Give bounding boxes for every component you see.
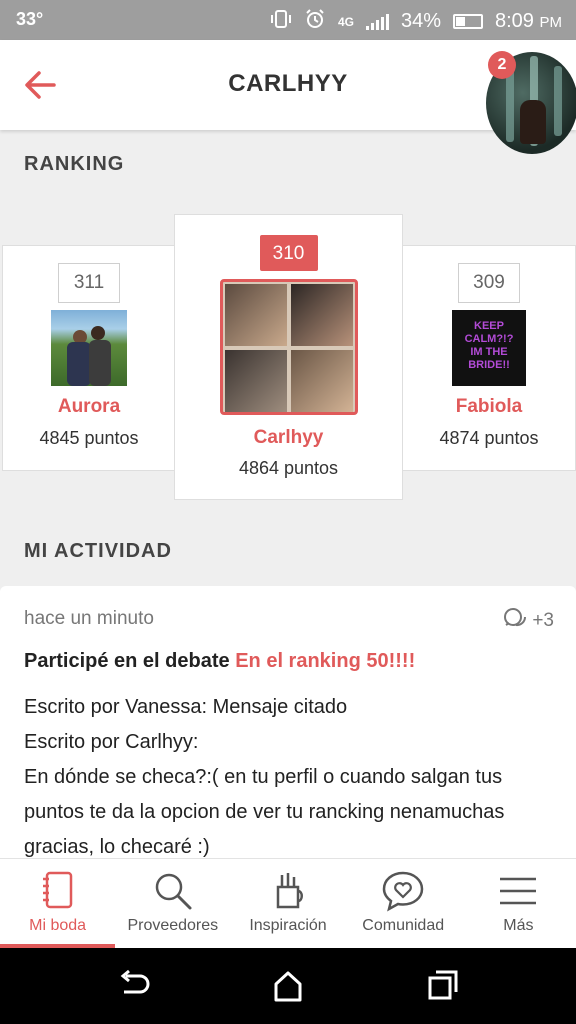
rank-points: 4864 puntos — [238, 458, 339, 478]
pencil-cup-icon — [276, 873, 303, 909]
notebook-icon — [42, 871, 72, 909]
home-icon[interactable] — [268, 968, 308, 1004]
nav-label: Mi boda — [29, 917, 87, 934]
nav-label: Inspiración — [249, 917, 327, 934]
bottom-navigation: Mi boda Proveedores Inspiración Comunida… — [0, 858, 576, 948]
nav-mas[interactable]: Más — [461, 859, 576, 948]
battery-icon — [453, 14, 483, 29]
nav-mi-boda[interactable]: Mi boda — [0, 859, 116, 948]
nav-comunidad[interactable]: Comunidad — [346, 859, 461, 948]
activity-headline: Participé en el debate En el ranking 50!… — [24, 650, 415, 673]
ranking-card-carlhyy[interactable]: 310 Carlhyy 4864 puntos — [174, 214, 403, 500]
activity-section-title: MI ACTIVIDAD — [24, 540, 172, 562]
ranking-card-fabiola[interactable]: 309 KEEP CALM?!? IM THE BRIDE!! Fabiola … — [402, 245, 576, 471]
activity-body: Escrito por Vanessa: Mensaje citado Escr… — [24, 690, 554, 865]
rank-points: 4874 puntos — [439, 428, 539, 448]
notification-badge: 2 — [488, 51, 516, 79]
nav-label: Comunidad — [362, 917, 445, 934]
rank-badge-current: 310 — [259, 235, 318, 271]
body-line: En dónde se checa?:( en tu perfil o cuan… — [24, 766, 505, 858]
status-bar: 33° 4G 34% 8:09 PM — [0, 0, 576, 40]
profile-photo: KEEP CALM?!? IM THE BRIDE!! — [452, 310, 526, 386]
ranking-section-title: RANKING — [24, 153, 125, 175]
rank-points: 4845 puntos — [39, 428, 139, 448]
back-icon[interactable] — [114, 968, 154, 1004]
clock: 8:09 PM — [495, 10, 562, 32]
network-type-label: 4G — [337, 14, 354, 29]
ranking-card-aurora[interactable]: 311 Aurora 4845 puntos — [2, 245, 176, 471]
photo-caption-line: KEEP — [474, 320, 504, 332]
comments-icon — [502, 606, 528, 636]
activity-card[interactable]: hace un minuto +3 Participé en el debate… — [0, 586, 576, 866]
photo-caption-line: IM THE — [470, 346, 508, 358]
rank-name[interactable]: Fabiola — [403, 396, 575, 418]
headline-prefix: Participé en el debate — [24, 650, 236, 672]
menu-icon — [500, 877, 537, 905]
search-icon — [155, 873, 192, 910]
rank-badge: 311 — [58, 263, 120, 303]
signal-icon — [365, 13, 389, 30]
rank-name[interactable]: Aurora — [3, 396, 175, 418]
photo-caption-line: CALM?!? — [464, 333, 514, 345]
nav-label: Más — [503, 917, 534, 934]
nav-proveedores[interactable]: Proveedores — [115, 859, 230, 948]
nav-inspiracion[interactable]: Inspiración — [230, 859, 345, 948]
body-line: Escrito por Carlhyy: — [24, 731, 199, 753]
vibrate-icon — [270, 8, 292, 35]
system-navigation-bar — [0, 948, 576, 1024]
rank-name[interactable]: Carlhyy — [175, 427, 402, 449]
nav-label: Proveedores — [127, 917, 219, 934]
rank-badge: 309 — [458, 263, 520, 303]
battery-percent: 34% — [400, 10, 441, 32]
comment-count[interactable]: +3 — [502, 606, 554, 636]
activity-timestamp: hace un minuto — [24, 608, 154, 629]
photo-caption-line: BRIDE!! — [468, 359, 510, 371]
temperature-text: 33° — [16, 9, 44, 29]
comment-count-text: +3 — [532, 610, 554, 631]
alarm-icon — [304, 8, 326, 35]
profile-photo — [51, 310, 127, 386]
debate-link[interactable]: En el ranking 50!!!! — [235, 650, 415, 672]
recent-apps-icon[interactable] — [422, 968, 462, 1004]
body-line: Escrito por Vanessa: Mensaje citado — [24, 696, 348, 718]
profile-photo-collage — [219, 279, 358, 415]
heart-bubble-icon — [382, 871, 424, 912]
